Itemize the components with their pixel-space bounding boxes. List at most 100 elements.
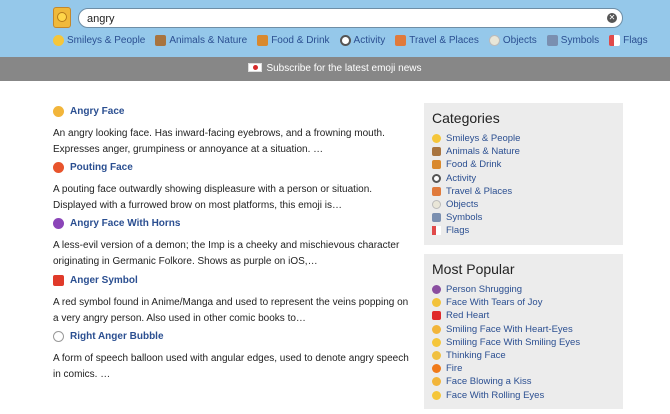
result-item: Pouting Face A pouting face outwardly sh… [53,160,413,216]
burger-icon [432,160,441,170]
blowing-kiss-icon [432,377,441,387]
result-title-link[interactable]: Pouting Face [53,160,413,174]
flags-icon [432,226,441,236]
result-description: A less-evil version of a demon; the Imp … [53,240,400,267]
category-link-food-drink[interactable]: Food & Drink [432,158,520,171]
category-label[interactable]: Animals & Nature [446,146,520,157]
nav-item-objects[interactable]: Objects [488,35,537,46]
result-description: A form of speech balloon used with angul… [53,353,409,380]
category-label[interactable]: Flags [446,225,469,236]
nav-item-travel-places[interactable]: Travel & Places [395,35,479,46]
newsletter-banner: Subscribe for the latest emoji news [0,57,670,81]
result-title[interactable]: Anger Symbol [70,275,138,286]
result-title-link[interactable]: Right Anger Bubble [53,329,413,343]
flags-icon [609,35,621,46]
result-description: An angry looking face. Has inward-facing… [53,128,385,155]
heart-eyes-icon [432,324,441,334]
pouting-face-icon [53,161,64,173]
clear-search-icon[interactable]: ✕ [607,13,617,23]
nav-item-label: Food & Drink [271,35,330,46]
popular-link[interactable]: Face With Rolling Eyes [432,389,580,402]
popular-link[interactable]: Thinking Face [432,349,580,362]
result-title[interactable]: Pouting Face [70,162,133,173]
category-label[interactable]: Travel & Places [446,186,512,197]
category-label[interactable]: Food & Drink [446,159,501,170]
envelope-flag-icon [248,63,263,72]
result-title-link[interactable]: Angry Face With Horns [53,216,413,230]
city-icon [432,186,441,196]
symbols-icon [546,35,558,46]
red-heart-icon [432,311,441,321]
categories-panel: Categories Smileys & People Animals & Na… [424,103,623,245]
nav-item-smileys-people[interactable]: Smileys & People [53,35,145,46]
popular-link[interactable]: Face Blowing a Kiss [432,375,580,388]
nav-item-flags[interactable]: Flags [609,35,648,46]
nav-item-label: Smileys & People [67,35,146,46]
result-title[interactable]: Angry Face [70,106,124,117]
search-results: Angry Face An angry looking face. Has in… [53,104,413,383]
result-title-link[interactable]: Anger Symbol [53,273,413,287]
most-popular-heading: Most Popular [432,261,515,277]
fire-icon [432,364,441,374]
category-link-animals-nature[interactable]: Animals & Nature [432,145,520,158]
nav-item-activity[interactable]: Activity [339,35,386,46]
popular-link[interactable]: Smiling Face With Smiling Eyes [432,336,580,349]
popular-label[interactable]: Smiling Face With Smiling Eyes [446,337,580,348]
emojipedia-logo-icon[interactable] [53,7,71,28]
popular-label[interactable]: Person Shrugging [446,284,522,295]
burger-icon [257,35,269,46]
result-title[interactable]: Angry Face With Horns [70,218,180,229]
category-link-smileys-people[interactable]: Smileys & People [432,132,520,145]
nav-item-label: Travel & Places [409,35,479,46]
result-item: Anger Symbol A red symbol found in Anime… [53,273,413,329]
smiley-icon [53,35,64,46]
result-item: Right Anger Bubble A form of speech ball… [53,329,413,383]
category-label[interactable]: Smileys & People [446,133,520,144]
nav-item-label: Symbols [560,35,600,46]
popular-link[interactable]: Smiling Face With Heart-Eyes [432,323,580,336]
popular-label[interactable]: Face Blowing a Kiss [446,376,532,387]
search-box[interactable]: ✕ [78,8,623,28]
category-link-flags[interactable]: Flags [432,224,520,237]
popular-link[interactable]: Person Shrugging [432,283,580,296]
category-link-activity[interactable]: Activity [432,172,520,185]
popular-label[interactable]: Fire [446,363,462,374]
category-link-symbols[interactable]: Symbols [432,211,520,224]
nav-item-symbols[interactable]: Symbols [546,35,600,46]
popular-label[interactable]: Thinking Face [446,350,506,361]
category-label[interactable]: Symbols [446,212,482,223]
category-link-objects[interactable]: Objects [432,198,520,211]
popular-label[interactable]: Face With Rolling Eyes [446,390,544,401]
tears-of-joy-icon [432,298,441,308]
category-link-travel-places[interactable]: Travel & Places [432,185,520,198]
category-label[interactable]: Objects [446,199,478,210]
categories-list: Smileys & People Animals & Nature Food &… [432,132,520,238]
city-icon [395,35,407,46]
most-popular-panel: Most Popular Person Shrugging Face With … [424,254,623,409]
most-popular-list: Person Shrugging Face With Tears of Joy … [432,283,580,402]
bear-icon [432,147,441,157]
result-item: Angry Face With Horns A less-evil versio… [53,216,413,273]
popular-label[interactable]: Smiling Face With Heart-Eyes [446,324,573,335]
popular-link[interactable]: Fire [432,362,580,375]
result-description: A pouting face outwardly showing displea… [53,184,373,211]
category-label[interactable]: Activity [446,173,476,184]
popular-label[interactable]: Red Heart [446,310,489,321]
popular-link[interactable]: Face With Tears of Joy [432,296,580,309]
nav-item-label: Activity [353,35,386,46]
nav-item-label: Flags [623,35,648,46]
nav-item-animals-nature[interactable]: Animals & Nature [155,35,247,46]
search-input[interactable] [87,11,587,26]
subscribe-link[interactable]: Subscribe for the latest emoji news [266,63,421,74]
result-title[interactable]: Right Anger Bubble [70,331,164,342]
bear-icon [155,35,167,46]
nav-item-label: Objects [502,35,537,46]
symbols-icon [432,213,441,223]
imp-icon [53,217,64,229]
result-title-link[interactable]: Angry Face [53,104,413,118]
popular-label[interactable]: Face With Tears of Joy [446,297,542,308]
nav-item-food-drink[interactable]: Food & Drink [257,35,330,46]
popular-link[interactable]: Red Heart [432,309,580,322]
nav-item-label: Animals & Nature [169,35,248,46]
angry-face-icon [53,105,64,117]
